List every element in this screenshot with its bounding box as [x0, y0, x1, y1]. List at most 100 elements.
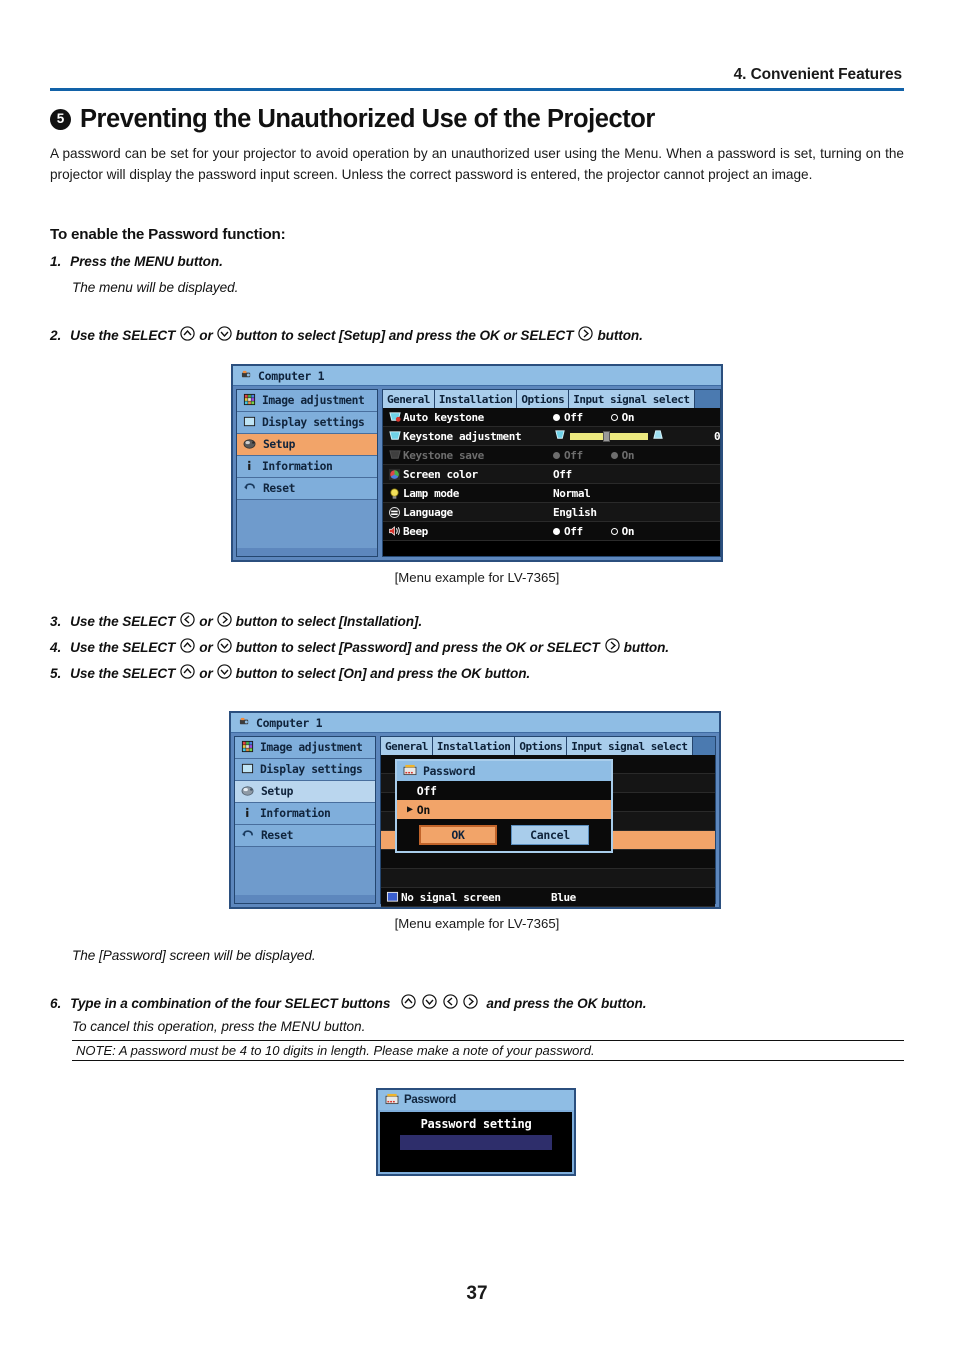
osd-row-label: Keystone adjustment [403, 429, 522, 443]
osd-row-auto-keystone[interactable]: Auto keystone Off On [383, 408, 721, 427]
step-3-text-b: or [199, 613, 213, 629]
sidebar-item-setup[interactable]: Setup [235, 781, 375, 803]
step-6-text-a: Type in a combination of the four SELECT… [70, 995, 391, 1011]
osd-row-label: Screen color [403, 467, 478, 481]
page-title: Preventing the Unauthorized Use of the P… [80, 105, 655, 133]
osd-row-value: Blue [551, 890, 576, 904]
keystone-save-icon [386, 449, 403, 461]
step-6-text-b: and press the OK button. [486, 995, 647, 1011]
osd-row-beep[interactable]: Beep Off On [383, 522, 721, 541]
password-dialog-titlebar: Password [397, 761, 611, 781]
select-up-icon [180, 638, 195, 656]
step-2-text-d: button. [597, 327, 643, 343]
osd-row-value: 0 [553, 429, 721, 444]
tab-filler [694, 390, 721, 408]
subsection-title: To enable the Password function: [50, 226, 286, 243]
password-option-off[interactable]: ▶ Off [397, 781, 611, 800]
step-2-text-c: button to select [Setup] and press the O… [235, 327, 574, 343]
tab-installation[interactable]: Installation [432, 737, 516, 755]
osd2-row-no-signal-screen[interactable]: No signal screen Blue [381, 888, 715, 907]
tab-general[interactable]: General [383, 390, 435, 408]
chapter-header: 4. Convenient Features [733, 66, 902, 83]
password-option-on[interactable]: ▶ On [397, 800, 611, 819]
password-input-field[interactable] [400, 1135, 552, 1150]
osd-row-label: Keystone save [403, 448, 484, 462]
select-down-icon [216, 638, 232, 656]
osd-row-lamp-mode[interactable]: Lamp mode Normal [383, 484, 721, 503]
sidebar-item-information[interactable]: Information [237, 456, 377, 478]
tab-input-signal-select[interactable]: Input signal select [569, 390, 695, 408]
tab-options[interactable]: Options [515, 737, 568, 755]
osd-row-value: Off On [553, 411, 720, 424]
radio-on[interactable]: On [610, 411, 635, 424]
manual-page: 4. Convenient Features 5 Preventing the … [0, 0, 954, 1348]
grid-icon [241, 740, 254, 756]
select-up-icon [180, 664, 195, 682]
radio-dot-hollow [610, 413, 618, 421]
osd-row-label: Language [403, 505, 453, 519]
undo-icon [241, 828, 255, 843]
cancel-button[interactable]: Cancel [511, 825, 589, 845]
osd-row-keystone-save: Keystone save Off On [383, 446, 721, 465]
section-number-badge: 5 [50, 109, 71, 130]
sidebar-item-display-settings[interactable]: Display settings [237, 412, 377, 434]
step-6-number: 6. [50, 995, 62, 1011]
keystone-right-icon [651, 429, 665, 444]
radio-dot-dim [553, 451, 560, 459]
select-down-icon [216, 664, 232, 682]
speaker-icon [386, 525, 403, 537]
slider-track[interactable] [570, 430, 648, 442]
tab-general[interactable]: General [381, 737, 433, 755]
sidebar-item-image-adjustment[interactable]: Image adjustment [235, 737, 375, 759]
slider-value: 0 [714, 429, 721, 443]
sidebar-item-reset[interactable]: Reset [237, 478, 377, 500]
osd-row-label: No signal screen [401, 890, 501, 904]
ok-button[interactable]: OK [419, 825, 497, 845]
radio-off[interactable]: Off [553, 525, 583, 538]
sidebar-filler [235, 847, 375, 895]
step-4: 4. Use the SELECT or button to select [P… [50, 638, 669, 656]
sidebar-label: Display settings [260, 763, 363, 776]
osd-row-value: Off On [553, 449, 720, 462]
tab-installation[interactable]: Installation [434, 390, 518, 408]
password-setting-body: Password setting [380, 1112, 572, 1172]
tab-input-signal-select[interactable]: Input signal select [567, 737, 693, 755]
password-icon [403, 764, 417, 779]
sidebar-item-image-adjustment[interactable]: Image adjustment [237, 390, 377, 412]
step-4-number: 4. [50, 639, 62, 655]
palette-icon [243, 437, 257, 453]
password-option-label: On [416, 802, 431, 817]
osd-row-screen-color[interactable]: Screen color Off [383, 465, 721, 484]
password-setting-title: Password [404, 1094, 456, 1106]
step-2: 2. Use the SELECT or button to select [S… [50, 326, 643, 344]
step-1-text: Press the MENU button. [70, 254, 223, 269]
radio-dot-filled [553, 527, 560, 535]
osd-row-language[interactable]: Language English [383, 503, 721, 522]
radio-off-disabled: Off [553, 449, 583, 462]
select-right-icon [463, 994, 479, 1012]
select-right-icon [604, 638, 620, 656]
select-button-group [400, 994, 479, 1012]
select-left-icon [180, 612, 195, 630]
step-6-note: To cancel this operation, press the MENU… [72, 1019, 366, 1034]
password-setting-dialog: Password Password setting [376, 1088, 576, 1176]
radio-off[interactable]: Off [553, 411, 583, 424]
sidebar-item-information[interactable]: Information [235, 803, 375, 825]
select-down-icon [216, 326, 232, 344]
undo-icon [243, 481, 257, 496]
osd-row-keystone-adjustment[interactable]: Keystone adjustment 0 [383, 427, 721, 446]
sidebar-item-setup[interactable]: Setup [237, 434, 377, 456]
step-1-note: The menu will be displayed. [72, 280, 239, 295]
tab-options[interactable]: Options [517, 390, 570, 408]
select-left-icon [443, 994, 458, 1012]
sidebar-item-display-settings[interactable]: Display settings [235, 759, 375, 781]
keystone-slider[interactable]: 0 [553, 429, 721, 444]
sidebar-item-reset[interactable]: Reset [235, 825, 375, 847]
slider-handle[interactable] [602, 430, 610, 442]
step-4-text-c: button to select [Password] and press th… [235, 639, 600, 655]
radio-on[interactable]: On [610, 525, 635, 538]
osd2-row-filter-message[interactable]: Filter message 500(H) [381, 907, 715, 909]
step-3-number: 3. [50, 613, 62, 629]
step-2-text-a: Use the SELECT [70, 327, 176, 343]
step-1-number: 1. [50, 254, 62, 269]
